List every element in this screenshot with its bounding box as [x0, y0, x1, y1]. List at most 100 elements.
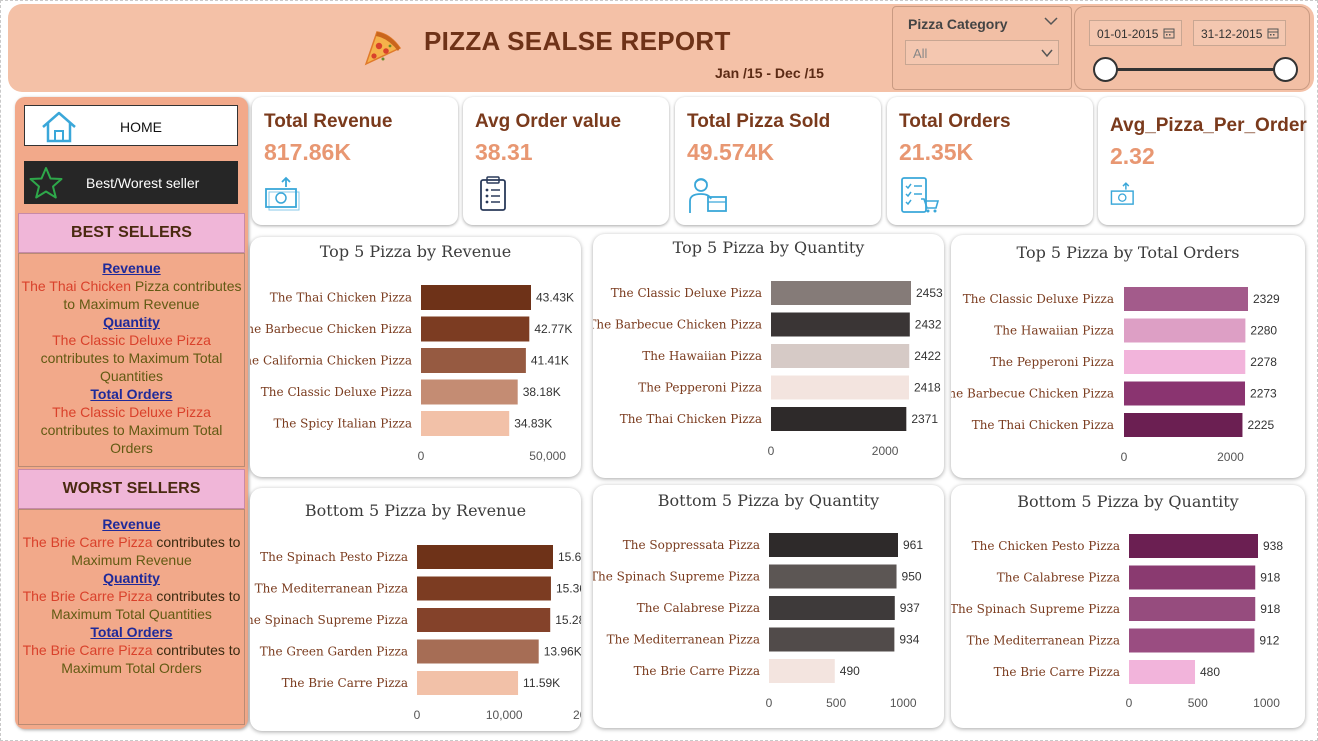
tick-label: 0: [1126, 696, 1133, 710]
worst-orders-title: Total Orders: [90, 624, 173, 640]
bar: [769, 533, 898, 557]
start-date-value: 01-01-2015: [1097, 27, 1159, 41]
best-revenue-pizza: The Thai Chicken: [21, 278, 131, 294]
category-label: The Brie Carre Pizza: [282, 676, 408, 690]
money-upload-icon: [1110, 182, 1134, 205]
kpi-card-total-revenue: Total Revenue 817.86K: [252, 97, 458, 225]
data-label: 43.43K: [536, 291, 574, 305]
data-label: 41.41K: [531, 354, 569, 368]
bar: [421, 348, 526, 373]
category-label: The Spinach Supreme Pizza: [250, 613, 408, 627]
best-sellers-panel: Revenue The Thai Chicken Pizza contribut…: [18, 253, 245, 467]
data-label: 15.36K: [556, 582, 581, 596]
kpi-label: Total Revenue: [264, 111, 393, 132]
data-label: 13.96K: [544, 645, 581, 659]
best-quantity-pizza: The Classic Deluxe Pizza: [52, 332, 211, 348]
pizza-category-slicer: Pizza Category All: [892, 6, 1072, 90]
bar: [769, 659, 835, 683]
best-quantity-text: The Classic Deluxe Pizza contributes to M…: [19, 331, 244, 385]
data-label: 34.83K: [514, 417, 552, 431]
worst-orders-pizza: The Brie Carre Pizza: [22, 642, 153, 658]
category-label: The Spinach Supreme Pizza: [593, 570, 760, 584]
category-label: The Classic Deluxe Pizza: [611, 286, 762, 300]
data-label: 918: [1260, 571, 1280, 585]
kpi-label: Avg Order value: [475, 111, 622, 132]
worst-quantity-metric: Maximum Total Quantities: [51, 606, 212, 622]
chart-top5-orders-plot: The Classic Deluxe Pizza 2329 The Hawaiian…: [951, 287, 1280, 464]
data-label: 912: [1259, 634, 1279, 648]
category-label: The Calabrese Pizza: [997, 571, 1120, 585]
chart-bottom5-quantity-b-plot: The Chicken Pesto Pizza 938 The Calabrese …: [951, 534, 1283, 710]
bar: [417, 576, 551, 601]
calendar-icon[interactable]: [1163, 27, 1175, 39]
data-label: 2453: [916, 286, 943, 300]
home-icon: [42, 111, 76, 143]
pizza-slice-icon: [364, 31, 402, 66]
date-slider-track[interactable]: [1107, 68, 1287, 71]
worst-quantity-pizza: The Brie Carre Pizza: [22, 588, 153, 604]
bar: [1124, 318, 1246, 343]
home-button[interactable]: HOME: [24, 105, 238, 146]
best-worst-seller-button[interactable]: Best/Worest seller: [24, 161, 238, 204]
chart-top5-revenue: Top 5 Pizza by Revenue The Thai Chicken …: [250, 237, 581, 477]
tick-label: 1000: [890, 696, 917, 710]
data-label: 2418: [914, 381, 941, 395]
chevron-down-icon[interactable]: [1043, 13, 1059, 29]
worst-revenue-text: The Brie Carre Pizza contributes to Maxi…: [19, 533, 244, 569]
data-label: 15.6K: [558, 550, 581, 564]
best-revenue-title: Revenue: [102, 260, 161, 276]
bar: [1129, 597, 1256, 621]
best-quantity-title: Quantity: [103, 314, 160, 330]
chart-bottom5-quantity-a-plot: The Soppressata Pizza 961 The Spinach Supr…: [593, 533, 923, 710]
bar: [417, 639, 539, 664]
data-label: 2422: [914, 349, 941, 363]
kpi-value: 49.574K: [687, 139, 774, 165]
worst-orders-metric: Maximum Total Orders: [61, 660, 202, 676]
kpi-card-avg-order-value: Avg Order value 38.31: [463, 97, 669, 225]
calendar-icon[interactable]: [1267, 27, 1279, 39]
best-orders-pizza: The Classic Deluxe Pizza: [52, 404, 211, 420]
data-label: 2225: [1247, 418, 1274, 432]
worst-orders-text: The Brie Carre Pizza contributes to Maxi…: [19, 641, 244, 677]
chart-top5-revenue-plot: The Thai Chicken Pizza 43.43K The Barbecue…: [250, 285, 574, 463]
bar: [1129, 534, 1258, 558]
category-label: The Mediterranean Pizza: [967, 634, 1120, 648]
sidebar: HOME Best/Worest seller BEST SELLERS Rev…: [15, 97, 248, 729]
category-label: The Barbecue Chicken Pizza: [593, 318, 762, 332]
category-label: The Thai Chicken Pizza: [620, 412, 762, 426]
category-label: The Hawaiian Pizza: [642, 349, 762, 363]
bar: [769, 596, 895, 620]
bar: [417, 671, 519, 695]
bar: [421, 411, 510, 436]
start-date-input[interactable]: 01-01-2015: [1089, 20, 1182, 46]
pizza-category-label: Pizza Category: [908, 16, 1008, 32]
data-label: 15.28K: [555, 613, 581, 627]
pizza-category-dropdown[interactable]: All: [905, 40, 1059, 65]
chart-top5-quantity-plot: The Classic Deluxe Pizza 2453 The Barbecue…: [593, 281, 943, 458]
category-label: The Brie Carre Pizza: [994, 665, 1120, 679]
worst-sellers-heading: WORST SELLERS: [18, 469, 245, 509]
bar: [1124, 287, 1248, 311]
date-slider-end-handle[interactable]: [1273, 57, 1298, 82]
chart-bottom5-quantity-a: Bottom 5 Pizza by Quantity The Soppressa…: [593, 485, 944, 728]
bar: [1124, 350, 1246, 374]
end-date-input[interactable]: 31-12-2015: [1193, 20, 1286, 46]
bar: [417, 608, 551, 632]
bar: [771, 344, 910, 368]
home-label: HOME: [120, 119, 162, 135]
tick-label: 500: [826, 696, 846, 710]
kpi-value: 21.35K: [899, 139, 974, 165]
data-label: 2329: [1253, 292, 1280, 306]
kpi-value: 817.86K: [264, 139, 351, 165]
kpi-card-total-pizza-sold: Total Pizza Sold 49.574K: [675, 97, 881, 225]
bar: [1129, 628, 1255, 653]
bar: [771, 281, 911, 305]
data-label: 961: [903, 538, 923, 552]
delivery-person-icon: [689, 178, 727, 213]
date-slider-start-handle[interactable]: [1093, 57, 1118, 82]
page-title: PIZZA SEALSE REPORT: [424, 26, 731, 56]
bar: [1124, 381, 1246, 406]
best-quantity-connector: contributes to: [40, 350, 129, 366]
data-label: 950: [902, 570, 922, 584]
end-date-value: 31-12-2015: [1201, 27, 1263, 41]
